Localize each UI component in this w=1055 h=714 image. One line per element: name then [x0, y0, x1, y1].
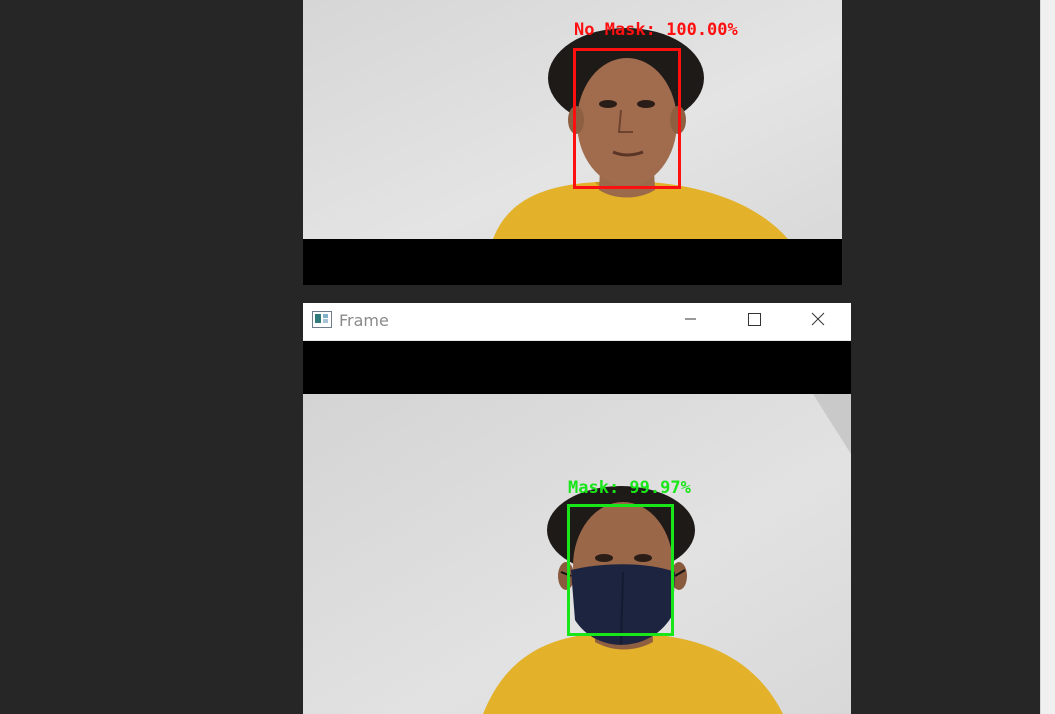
- video-frame-no-mask: No Mask: 100.00%: [303, 0, 842, 239]
- window-title: Frame: [339, 311, 389, 330]
- right-edge-panel: [1040, 0, 1055, 714]
- close-icon: [811, 312, 825, 326]
- letterbox-bar-bottom: [303, 239, 842, 285]
- window-titlebar[interactable]: Frame: [303, 303, 851, 341]
- detection-label-mask: Mask: 99.97%: [568, 478, 691, 498]
- minimize-icon: [685, 318, 696, 320]
- app-window-icon: [312, 311, 332, 328]
- close-button[interactable]: [795, 303, 841, 335]
- desktop-background: No Mask: 100.00% Frame Mask: 99.97%: [0, 0, 1055, 714]
- letterbox-bar-top: [303, 341, 851, 394]
- video-window-no-mask: No Mask: 100.00%: [303, 0, 842, 285]
- video-frame-mask: Mask: 99.97%: [303, 394, 851, 714]
- maximize-button[interactable]: [731, 303, 777, 335]
- detection-label-no-mask: No Mask: 100.00%: [574, 20, 738, 40]
- detection-box-mask: [567, 504, 674, 636]
- detection-box-no-mask: [573, 48, 681, 189]
- video-window-frame: Frame Mask: 99.97%: [303, 303, 851, 714]
- minimize-button[interactable]: [667, 303, 713, 335]
- maximize-icon: [748, 313, 761, 326]
